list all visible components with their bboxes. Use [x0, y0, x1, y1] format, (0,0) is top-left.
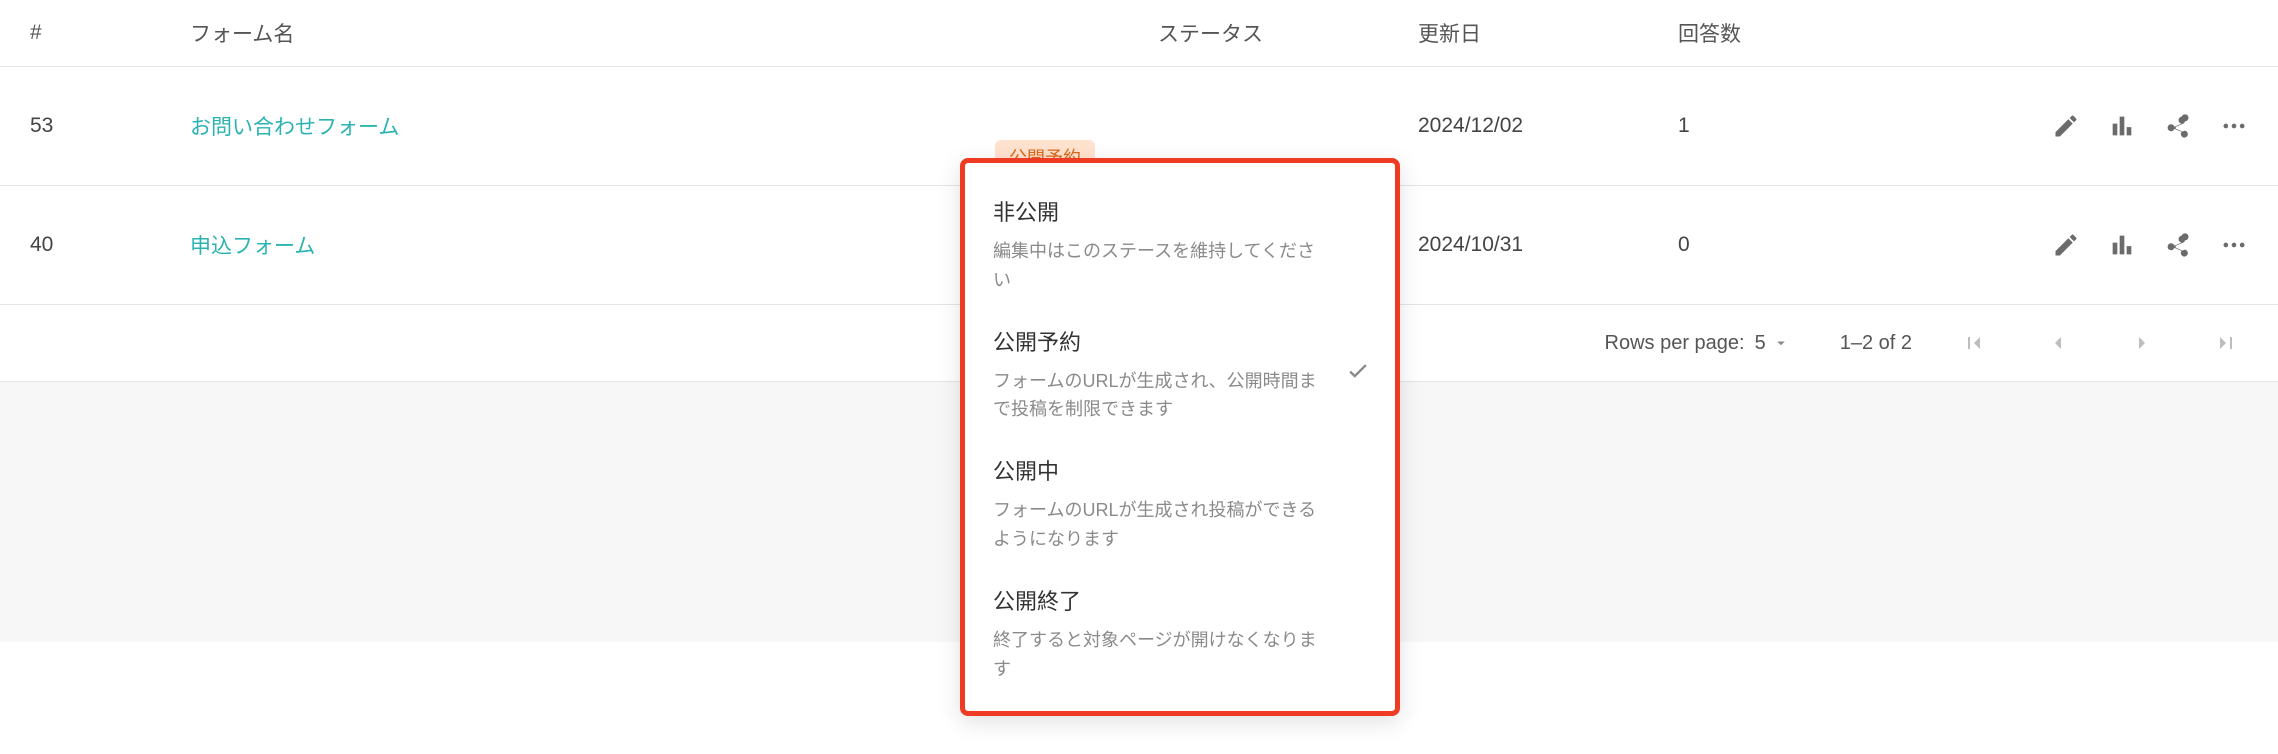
cell-count: 0	[1678, 233, 1938, 257]
cell-actions	[1938, 112, 2248, 140]
cell-count: 1	[1678, 114, 1938, 138]
last-page-button[interactable]	[2214, 331, 2238, 355]
status-option-private[interactable]: 非公開 編集中はこのステースを維持してください	[965, 185, 1395, 315]
prev-page-button[interactable]	[2046, 331, 2070, 355]
cell-date: 2024/12/02	[1418, 114, 1678, 138]
check-icon	[1345, 357, 1371, 386]
table-header-row: # フォーム名 ステータス 更新日 回答数	[0, 0, 2278, 67]
status-option-scheduled[interactable]: 公開予約 フォームのURLが生成され、公開時間まで投稿を制限できます	[965, 315, 1395, 445]
header-count: 回答数	[1678, 18, 1938, 48]
rows-per-page-value: 5	[1755, 332, 1766, 355]
cell-id: 40	[30, 233, 190, 257]
header-date: 更新日	[1418, 18, 1678, 48]
status-option-published[interactable]: 公開中 フォームのURLが生成され投稿ができるようになります	[965, 444, 1395, 574]
header-name: フォーム名	[190, 18, 1158, 48]
status-option-desc: フォームのURLが生成され、公開時間まで投稿を制限できます	[993, 367, 1333, 425]
status-dropdown: 非公開 編集中はこのステースを維持してください 公開予約 フォームのURLが生成…	[960, 158, 1400, 716]
cell-id: 53	[30, 114, 190, 138]
form-name-link[interactable]: お問い合わせフォーム	[190, 116, 399, 139]
status-option-desc: 終了すると対象ページが開けなくなります	[993, 626, 1333, 684]
more-icon[interactable]	[2220, 231, 2248, 259]
pagination-nav	[1962, 331, 2238, 355]
form-name-link[interactable]: 申込フォーム	[190, 235, 315, 258]
more-icon[interactable]	[2220, 112, 2248, 140]
status-option-desc: 編集中はこのステースを維持してください	[993, 237, 1333, 295]
status-option-closed[interactable]: 公開終了 終了すると対象ページが開けなくなります	[965, 574, 1395, 694]
edit-icon[interactable]	[2052, 112, 2080, 140]
bar-chart-icon[interactable]	[2108, 231, 2136, 259]
chevron-down-icon	[1772, 334, 1790, 352]
cell-name: お問い合わせフォーム	[190, 111, 1158, 141]
share-icon[interactable]	[2164, 231, 2192, 259]
header-id: #	[30, 21, 190, 45]
bar-chart-icon[interactable]	[2108, 112, 2136, 140]
edit-icon[interactable]	[2052, 231, 2080, 259]
status-option-desc: フォームのURLが生成され投稿ができるようになります	[993, 496, 1333, 554]
cell-date: 2024/10/31	[1418, 233, 1678, 257]
first-page-button[interactable]	[1962, 331, 1986, 355]
status-option-title: 公開予約	[993, 325, 1367, 357]
next-page-button[interactable]	[2130, 331, 2154, 355]
rows-per-page-select[interactable]: 5	[1755, 332, 1790, 355]
status-option-title: 公開終了	[993, 584, 1367, 616]
rows-per-page-label: Rows per page:	[1605, 332, 1745, 355]
status-option-title: 非公開	[993, 195, 1367, 227]
cell-actions	[1938, 231, 2248, 259]
rows-per-page: Rows per page: 5	[1605, 332, 1790, 355]
header-status: ステータス	[1158, 18, 1418, 48]
status-option-title: 公開中	[993, 454, 1367, 486]
share-icon[interactable]	[2164, 112, 2192, 140]
pagination-range: 1–2 of 2	[1840, 332, 1912, 355]
